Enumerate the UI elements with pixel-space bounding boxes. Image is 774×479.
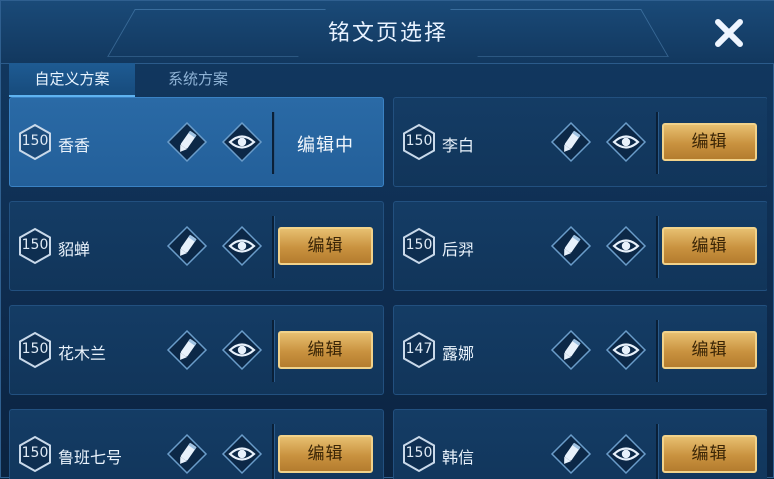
pencil-icon — [550, 433, 592, 475]
edit-button[interactable]: 编辑 — [662, 227, 757, 265]
preview-button[interactable] — [605, 121, 647, 163]
edit-button[interactable]: 编辑 — [278, 331, 373, 369]
rename-button[interactable] — [550, 433, 592, 475]
eye-icon — [605, 329, 647, 371]
preview-button[interactable] — [221, 225, 263, 267]
inscription-page-card[interactable]: 150 鲁班七号 编辑 — [9, 409, 384, 479]
card-divider — [272, 424, 275, 479]
eye-icon — [221, 433, 263, 475]
preview-button[interactable] — [221, 121, 263, 163]
eye-icon — [221, 121, 263, 163]
edit-button[interactable]: 编辑 — [662, 435, 757, 473]
pencil-icon — [550, 225, 592, 267]
pencil-icon — [166, 225, 208, 267]
close-button[interactable] — [707, 11, 751, 55]
pencil-icon — [166, 329, 208, 371]
rename-button[interactable] — [166, 433, 208, 475]
level-badge: 150 — [18, 435, 52, 473]
inscription-page-card[interactable]: 150 花木兰 编辑 — [9, 305, 384, 395]
eye-icon — [605, 433, 647, 475]
hero-name: 香香 — [58, 136, 91, 155]
inscription-page-card[interactable]: 150 韩信 编辑 — [393, 409, 767, 479]
inscription-page-card[interactable]: 150 貂蝉 编辑 — [9, 201, 384, 291]
hero-name: 露娜 — [442, 344, 475, 363]
inscription-page-card[interactable]: 150 香香 编辑中 — [9, 97, 384, 187]
level-badge: 150 — [402, 123, 436, 161]
preview-button[interactable] — [605, 225, 647, 267]
editing-status: 编辑中 — [297, 135, 354, 156]
preview-button[interactable] — [605, 329, 647, 371]
eye-icon — [221, 329, 263, 371]
edit-button[interactable]: 编辑 — [662, 331, 757, 369]
card-divider — [656, 320, 659, 382]
edit-button[interactable]: 编辑 — [662, 123, 757, 161]
level-badge: 150 — [402, 435, 436, 473]
rename-button[interactable] — [550, 329, 592, 371]
level-badge: 150 — [18, 227, 52, 265]
eye-icon — [605, 121, 647, 163]
card-divider — [272, 320, 275, 382]
level-badge: 150 — [18, 331, 52, 369]
hero-name: 鲁班七号 — [58, 448, 123, 467]
eye-icon — [221, 225, 263, 267]
hero-name: 李白 — [442, 136, 475, 155]
preview-button[interactable] — [605, 433, 647, 475]
hero-name: 韩信 — [442, 448, 475, 467]
hero-name: 花木兰 — [58, 344, 107, 363]
edit-button[interactable]: 编辑 — [278, 227, 373, 265]
rename-button[interactable] — [166, 329, 208, 371]
inscription-page-card[interactable]: 150 后羿 编辑 — [393, 201, 767, 291]
close-icon — [715, 19, 743, 47]
preview-button[interactable] — [221, 329, 263, 371]
card-divider — [656, 216, 659, 278]
level-value: 150 — [21, 445, 49, 461]
level-value: 150 — [21, 133, 49, 149]
inscription-page-card[interactable]: 150 李白 编辑 — [393, 97, 767, 187]
level-value: 150 — [21, 341, 49, 357]
level-value: 150 — [405, 445, 433, 461]
level-value: 150 — [405, 237, 433, 253]
level-badge: 150 — [18, 123, 52, 161]
pencil-icon — [550, 121, 592, 163]
pencil-icon — [166, 433, 208, 475]
level-badge: 150 — [402, 227, 436, 265]
inscription-page-card[interactable]: 147 露娜 编辑 — [393, 305, 767, 395]
rename-button[interactable] — [166, 225, 208, 267]
inscription-page-list[interactable]: 150 香香 编辑中 150 李白 编辑 150 貂蝉 编辑 150 后羿 编辑… — [9, 97, 767, 479]
level-value: 150 — [21, 237, 49, 253]
card-divider — [272, 216, 275, 278]
preview-button[interactable] — [221, 433, 263, 475]
pencil-icon — [166, 121, 208, 163]
edit-button[interactable]: 编辑 — [278, 435, 373, 473]
card-divider — [656, 112, 659, 174]
dialog-window: 铭文页选择 自定义方案 系统方案 150 香香 编辑中 150 李白 编辑 15… — [0, 0, 774, 479]
rename-button[interactable] — [550, 121, 592, 163]
hero-name: 后羿 — [442, 240, 475, 259]
tab-system[interactable]: 系统方案 — [135, 63, 261, 95]
dialog-title: 铭文页选择 — [327, 21, 448, 46]
card-divider — [272, 112, 275, 174]
card-divider — [656, 424, 659, 479]
rename-button[interactable] — [550, 225, 592, 267]
tab-custom[interactable]: 自定义方案 — [9, 63, 135, 97]
eye-icon — [605, 225, 647, 267]
level-value: 150 — [405, 133, 433, 149]
dialog-header: 铭文页选择 — [1, 1, 774, 64]
pencil-icon — [550, 329, 592, 371]
rename-button[interactable] — [166, 121, 208, 163]
tab-bar: 自定义方案 系统方案 — [9, 63, 261, 97]
level-badge: 147 — [402, 331, 436, 369]
level-value: 147 — [405, 341, 433, 357]
hero-name: 貂蝉 — [58, 240, 91, 259]
